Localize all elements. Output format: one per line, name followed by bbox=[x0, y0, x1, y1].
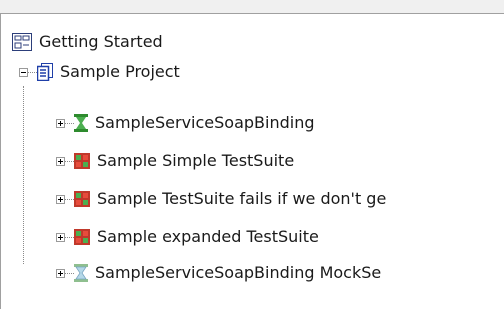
collapse-icon[interactable] bbox=[19, 67, 28, 77]
tree-dotted-connector bbox=[28, 71, 37, 73]
mockservice-icon bbox=[74, 264, 88, 282]
expand-icon[interactable] bbox=[56, 118, 65, 128]
tree-node-label: SampleServiceSoapBinding MockSe bbox=[95, 263, 382, 282]
tree-node-project[interactable]: Sample Project bbox=[19, 58, 180, 86]
expand-icon[interactable] bbox=[56, 232, 65, 242]
tree-node-testsuite[interactable]: Sample expanded TestSuite bbox=[56, 223, 319, 251]
tree-node-testsuite[interactable]: Sample Simple TestSuite bbox=[56, 147, 294, 175]
navigator-panel: Getting Started Sample Project SampleSer… bbox=[0, 13, 504, 309]
tree-node-label: Sample TestSuite fails if we don't ge bbox=[97, 189, 387, 208]
testsuite-icon bbox=[74, 153, 90, 169]
tree-node-label: Sample Project bbox=[60, 62, 180, 81]
tree-node-label: SampleServiceSoapBinding bbox=[95, 113, 315, 132]
tree-node-mockservice[interactable]: SampleServiceSoapBinding MockSe bbox=[56, 259, 381, 287]
tree-dotted-connector bbox=[65, 198, 74, 200]
tree-dotted-connector bbox=[65, 236, 74, 238]
interface-icon bbox=[74, 114, 88, 132]
project-tree: Getting Started Sample Project SampleSer… bbox=[1, 14, 504, 309]
tree-node-testsuite[interactable]: Sample TestSuite fails if we don't ge bbox=[56, 185, 386, 213]
tree-node-workspace[interactable]: Getting Started bbox=[12, 28, 163, 56]
expand-icon[interactable] bbox=[56, 156, 65, 166]
tree-node-label: Sample Simple TestSuite bbox=[97, 151, 295, 170]
tree-dotted-connector bbox=[65, 272, 74, 274]
testsuite-icon bbox=[74, 229, 90, 245]
tree-node-interface[interactable]: SampleServiceSoapBinding bbox=[56, 109, 315, 137]
tree-dotted-connector bbox=[65, 160, 74, 162]
workspace-icon bbox=[12, 33, 32, 51]
project-icon bbox=[37, 63, 53, 81]
tree-connector-line bbox=[23, 86, 24, 264]
tree-node-label: Getting Started bbox=[39, 32, 163, 51]
expand-icon[interactable] bbox=[56, 194, 65, 204]
tree-node-label: Sample expanded TestSuite bbox=[97, 227, 319, 246]
expand-icon[interactable] bbox=[56, 268, 65, 278]
tree-dotted-connector bbox=[65, 122, 74, 124]
testsuite-icon bbox=[74, 191, 90, 207]
